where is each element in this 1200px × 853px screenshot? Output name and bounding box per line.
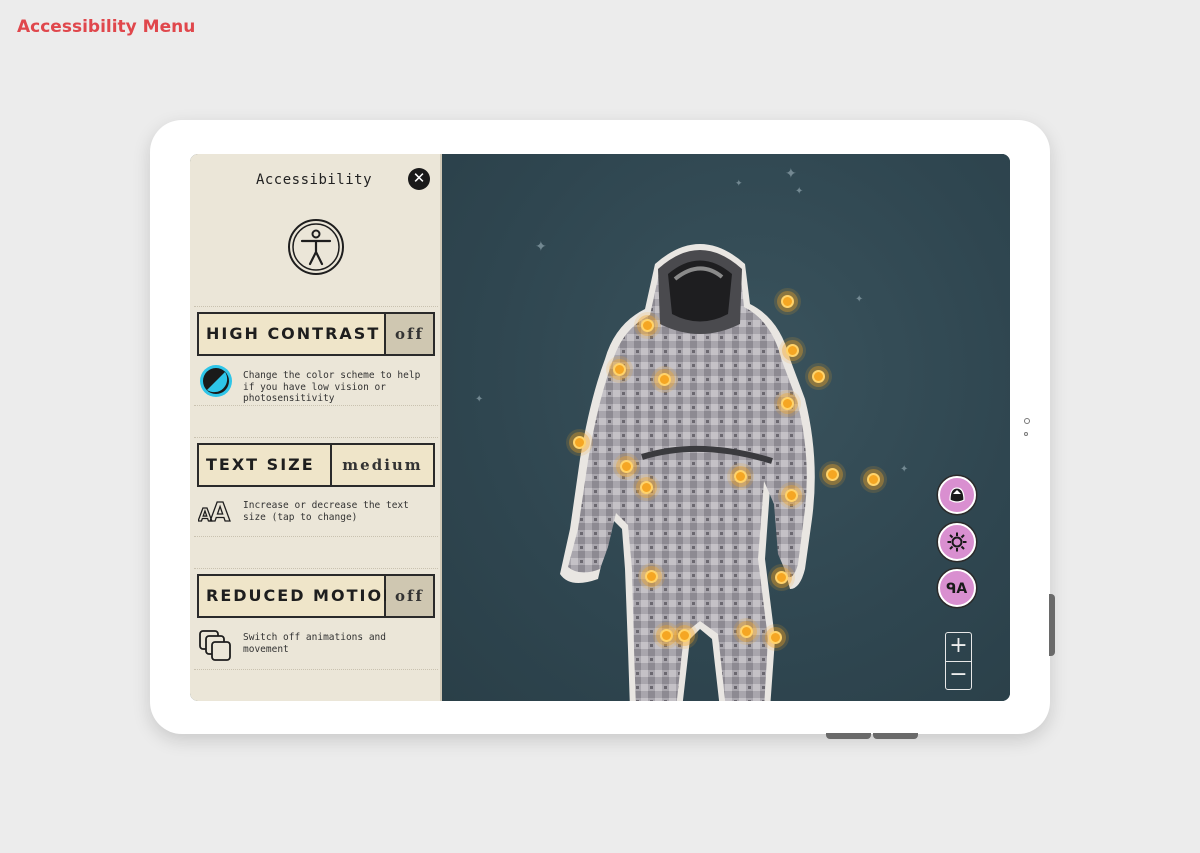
map-hotspot[interactable] [826, 468, 839, 481]
tablet-side-button [1049, 594, 1055, 656]
map-hotspot[interactable] [785, 489, 798, 502]
reduced-motion-section: REDUCED MOTION off Switch off animations… [194, 568, 438, 670]
camera-dot [1024, 418, 1030, 424]
map-hotspot[interactable] [775, 571, 788, 584]
map-hotspot[interactable] [573, 436, 586, 449]
text-size-label: TEXT SIZE [199, 445, 332, 485]
contrast-icon [200, 365, 232, 397]
page-label: Accessibility Menu [17, 17, 196, 37]
text-size-description: Increase or decrease the text size (tap … [243, 500, 409, 523]
reduced-motion-description: Switch off animations and movement [243, 632, 386, 655]
layers-icon [199, 630, 231, 661]
star-icon: ✦ [855, 294, 864, 305]
high-contrast-description: Change the color scheme to help if you h… [243, 370, 421, 404]
high-contrast-label: HIGH CONTRAST [199, 314, 386, 354]
text-size-toggle[interactable]: TEXT SIZE medium [197, 443, 435, 487]
map-hotspot[interactable] [769, 631, 782, 644]
map-hotspot[interactable] [786, 344, 799, 357]
accessibility-person-icon [288, 219, 344, 275]
svg-text:ᑫA: ᑫA [946, 581, 967, 597]
text-size-value: medium [332, 445, 433, 485]
reduced-motion-toggle[interactable]: REDUCED MOTION off [197, 574, 435, 618]
map-hotspot[interactable] [812, 370, 825, 383]
map-hotspot[interactable] [641, 319, 654, 332]
map-hotspot[interactable] [645, 570, 658, 583]
svg-text:A: A [210, 498, 230, 524]
accessibility-text-icon: ᑫA [946, 581, 967, 597]
star-icon: ✦ [795, 186, 804, 197]
map-hotspot[interactable] [640, 481, 653, 494]
map-hotspot[interactable] [678, 629, 691, 642]
tablet-bottom-button [873, 733, 918, 739]
close-button[interactable]: ✕ [408, 168, 430, 190]
zoom-out-button[interactable]: − [946, 661, 971, 690]
map-hotspot[interactable] [781, 397, 794, 410]
map-hotspot[interactable] [660, 629, 673, 642]
panel-title: Accessibility [255, 172, 373, 188]
map-hotspot[interactable] [781, 295, 794, 308]
map-hotspot[interactable] [734, 470, 747, 483]
star-icon: ✦ [735, 179, 743, 189]
map-hotspot[interactable] [740, 625, 753, 638]
map-hotspot[interactable] [613, 363, 626, 376]
sensor-dot [1024, 432, 1028, 436]
star-icon: ✦ [475, 394, 484, 405]
tablet-bottom-button [826, 733, 871, 739]
star-icon: ✦ [785, 166, 797, 182]
high-contrast-section: HIGH CONTRAST off Change the color schem… [194, 306, 438, 406]
reduced-motion-label: REDUCED MOTION [199, 576, 396, 616]
map-hotspot[interactable] [658, 373, 671, 386]
zoom-in-button[interactable]: + [946, 633, 971, 661]
zoom-control: + − [945, 632, 972, 690]
settings-button[interactable] [938, 523, 976, 561]
text-size-section: TEXT SIZE medium A A Increase or decreas… [194, 437, 438, 537]
tablet-screen: ✦ ✦ ✦ ✦ ✦ ✦ ✦ ᑫA + − Accessibility ✕ HIG… [190, 154, 1010, 701]
map-hotspot[interactable] [620, 460, 633, 473]
astronaut-image [560, 244, 815, 701]
helmet-icon [949, 487, 965, 503]
text-size-icon: A A [198, 497, 231, 524]
accessibility-panel: Accessibility ✕ HIGH CONTRAST off Change… [190, 154, 442, 701]
reduced-motion-value: off [386, 576, 433, 616]
map-view[interactable]: ✦ ✦ ✦ ✦ ✦ ✦ ✦ [440, 154, 1010, 701]
settings-icon [947, 532, 967, 552]
text-accessibility-button[interactable]: ᑫA [938, 569, 976, 607]
close-icon: ✕ [412, 169, 426, 187]
map-hotspot[interactable] [867, 473, 880, 486]
high-contrast-toggle[interactable]: HIGH CONTRAST off [197, 312, 435, 356]
star-icon: ✦ [900, 464, 909, 475]
helmet-button[interactable] [938, 476, 976, 514]
star-icon: ✦ [535, 239, 547, 255]
high-contrast-value: off [386, 314, 433, 354]
